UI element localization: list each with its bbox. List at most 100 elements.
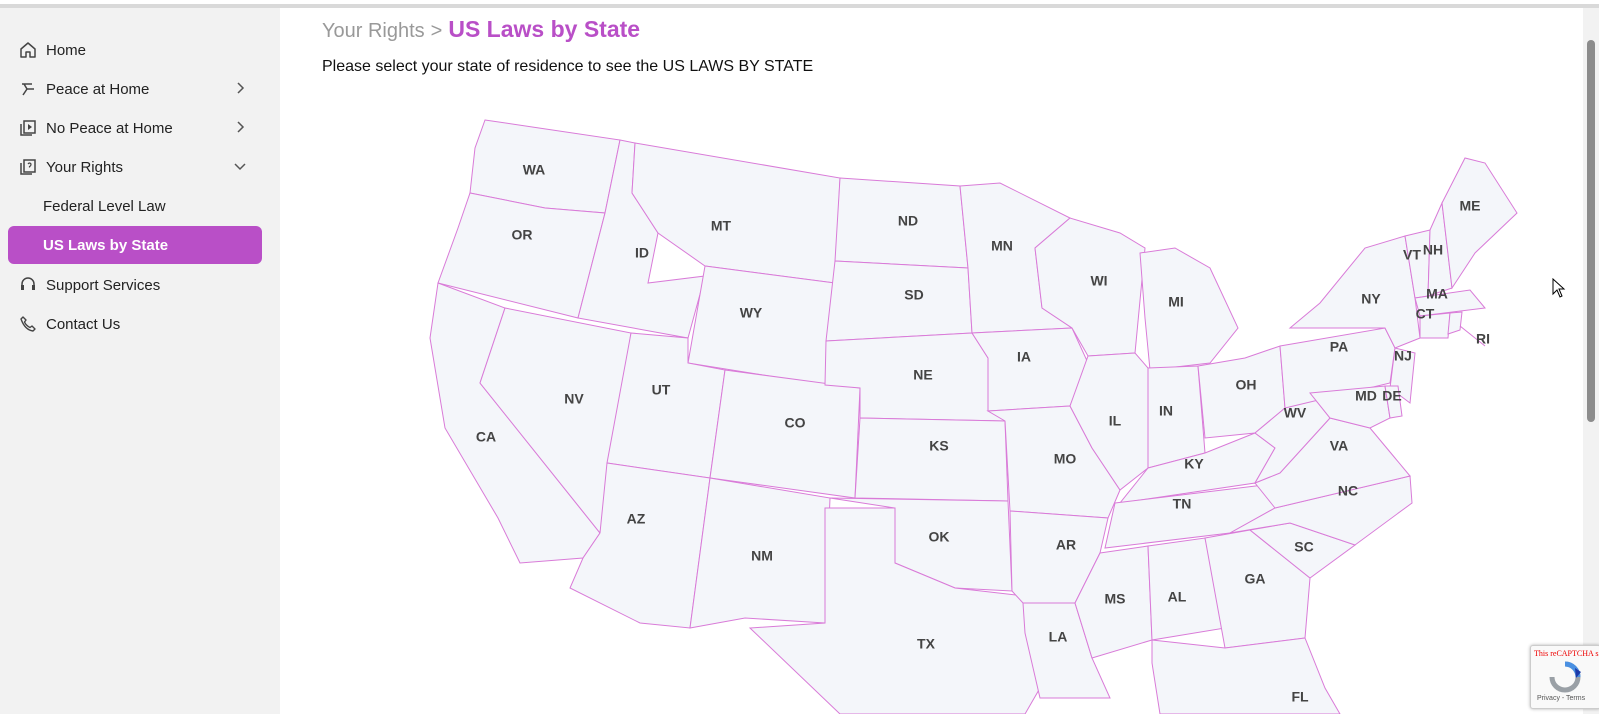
state-label-wi[interactable]: WI	[1090, 273, 1107, 289]
state-ks[interactable]	[854, 417, 1009, 502]
sidebar-item-your-rights[interactable]: Your Rights	[8, 148, 262, 186]
state-label-ia[interactable]: IA	[1017, 349, 1031, 365]
sidebar-item-label: Support Services	[46, 276, 161, 294]
state-in[interactable]	[1147, 365, 1206, 469]
us-states-map: WA OR CA ID NV MT WY UT AZ CO NM ND SD N…	[429, 119, 1518, 714]
state-label-oh[interactable]: OH	[1236, 377, 1257, 393]
sidebar-item-support-services[interactable]: Support Services	[8, 266, 262, 304]
state-label-al[interactable]: AL	[1168, 589, 1187, 605]
sidebar-item-peace-at-home[interactable]: Peace at Home	[8, 70, 262, 108]
sidebar-item-federal-level-law[interactable]: Federal Level Law	[8, 187, 262, 225]
sidebar-item-label: Home	[46, 41, 87, 59]
state-co[interactable]	[709, 369, 861, 499]
mouse-cursor-icon	[1552, 278, 1566, 298]
state-label-tn[interactable]: TN	[1173, 496, 1192, 512]
state-label-ar[interactable]: AR	[1056, 537, 1076, 553]
state-label-ky[interactable]: KY	[1184, 456, 1204, 472]
state-label-mn[interactable]: MN	[991, 238, 1013, 254]
state-label-ny[interactable]: NY	[1361, 291, 1381, 307]
state-label-ne[interactable]: NE	[913, 367, 932, 383]
state-label-vt[interactable]: VT	[1403, 247, 1421, 263]
state-sd[interactable]	[825, 260, 973, 342]
instruction-text: Please select your state of residence to…	[322, 58, 814, 75]
peace-icon	[18, 79, 38, 99]
headset-icon	[18, 275, 38, 295]
state-label-la[interactable]: LA	[1049, 629, 1068, 645]
state-label-sc[interactable]: SC	[1294, 539, 1313, 555]
state-label-sd[interactable]: SD	[904, 287, 923, 303]
state-label-nd[interactable]: ND	[898, 213, 918, 229]
state-label-wa[interactable]: WA	[523, 162, 546, 178]
sidebar-item-label: Peace at Home	[46, 80, 150, 98]
state-label-va[interactable]: VA	[1330, 438, 1348, 454]
top-border	[0, 0, 1599, 8]
state-mi[interactable]	[1139, 247, 1239, 371]
breadcrumb-separator: >	[430, 20, 443, 42]
state-label-ma[interactable]: MA	[1426, 286, 1448, 302]
state-label-ri[interactable]: RI	[1476, 331, 1490, 347]
scrollbar-thumb[interactable]	[1587, 40, 1595, 422]
state-label-nh[interactable]: NH	[1423, 242, 1443, 258]
chevron-right-icon	[237, 121, 245, 133]
main-content: WA OR CA ID NV MT WY UT AZ CO NM ND SD N…	[280, 8, 1575, 714]
state-label-me[interactable]: ME	[1460, 198, 1481, 214]
sidebar-item-home[interactable]: Home	[8, 31, 262, 69]
home-icon	[18, 40, 38, 60]
sidebar-item-us-laws-by-state[interactable]: US Laws by State	[8, 226, 262, 264]
page-title: US Laws by State	[448, 16, 641, 42]
state-label-nc[interactable]: NC	[1338, 483, 1358, 499]
help-book-icon	[18, 157, 38, 177]
state-ny[interactable]	[1288, 235, 1421, 349]
phone-icon	[18, 314, 38, 334]
state-label-wy[interactable]: WY	[740, 305, 763, 321]
state-label-ca[interactable]: CA	[476, 429, 496, 445]
state-label-pa[interactable]: PA	[1330, 339, 1348, 355]
state-label-or[interactable]: OR	[512, 227, 533, 243]
state-label-nv[interactable]: NV	[564, 391, 584, 407]
state-label-fl[interactable]: FL	[1291, 689, 1309, 705]
recaptcha-warning: This reCAPTCHA site may not...	[1534, 649, 1599, 658]
state-fl[interactable]	[1151, 637, 1341, 714]
state-label-il[interactable]: IL	[1109, 413, 1122, 429]
state-label-nj[interactable]: NJ	[1394, 348, 1412, 364]
state-label-ut[interactable]: UT	[652, 382, 671, 398]
sidebar: Home Peace at Home No Peace at Home Your…	[0, 8, 280, 714]
sidebar-item-label: Your Rights	[46, 158, 123, 176]
sidebar-item-label: Federal Level Law	[43, 197, 166, 215]
state-label-ks[interactable]: KS	[929, 438, 948, 454]
state-label-ms[interactable]: MS	[1105, 591, 1126, 607]
recaptcha-privacy-terms-link[interactable]: Privacy - Terms	[1537, 695, 1585, 702]
sidebar-item-label: No Peace at Home	[46, 119, 173, 137]
state-label-az[interactable]: AZ	[627, 511, 646, 527]
state-me[interactable]	[1441, 157, 1518, 290]
recaptcha-badge[interactable]: This reCAPTCHA site may not... Privacy -…	[1530, 645, 1599, 709]
sidebar-item-contact-us[interactable]: Contact Us	[8, 305, 262, 343]
state-label-md[interactable]: MD	[1355, 388, 1377, 404]
state-ia[interactable]	[971, 327, 1089, 412]
state-ri[interactable]	[1447, 311, 1463, 335]
chevron-down-icon	[234, 163, 246, 171]
state-label-ct[interactable]: CT	[1416, 306, 1435, 322]
state-label-in[interactable]: IN	[1159, 403, 1173, 419]
state-label-mt[interactable]: MT	[711, 218, 732, 234]
breadcrumb-parent-link[interactable]: Your Rights	[322, 20, 425, 43]
state-label-nm[interactable]: NM	[751, 548, 773, 564]
chevron-right-icon	[237, 82, 245, 94]
state-label-de[interactable]: DE	[1382, 388, 1401, 404]
state-label-ok[interactable]: OK	[929, 529, 950, 545]
sidebar-item-label: Contact Us	[46, 315, 121, 333]
state-label-tx[interactable]: TX	[917, 636, 936, 652]
state-mt[interactable]	[631, 142, 841, 284]
play-book-icon	[18, 118, 38, 138]
state-label-id[interactable]: ID	[635, 245, 649, 261]
state-label-wv[interactable]: WV	[1284, 405, 1307, 421]
scrollbar[interactable]	[1583, 8, 1599, 714]
recaptcha-icon	[1549, 661, 1581, 693]
state-label-co[interactable]: CO	[785, 415, 806, 431]
state-label-mo[interactable]: MO	[1054, 451, 1077, 467]
sidebar-item-no-peace-at-home[interactable]: No Peace at Home	[8, 109, 262, 147]
sidebar-item-label: US Laws by State	[43, 236, 169, 254]
state-label-ga[interactable]: GA	[1245, 571, 1266, 587]
state-label-mi[interactable]: MI	[1168, 294, 1184, 310]
breadcrumb: Your Rights > US Laws by State	[322, 16, 640, 43]
